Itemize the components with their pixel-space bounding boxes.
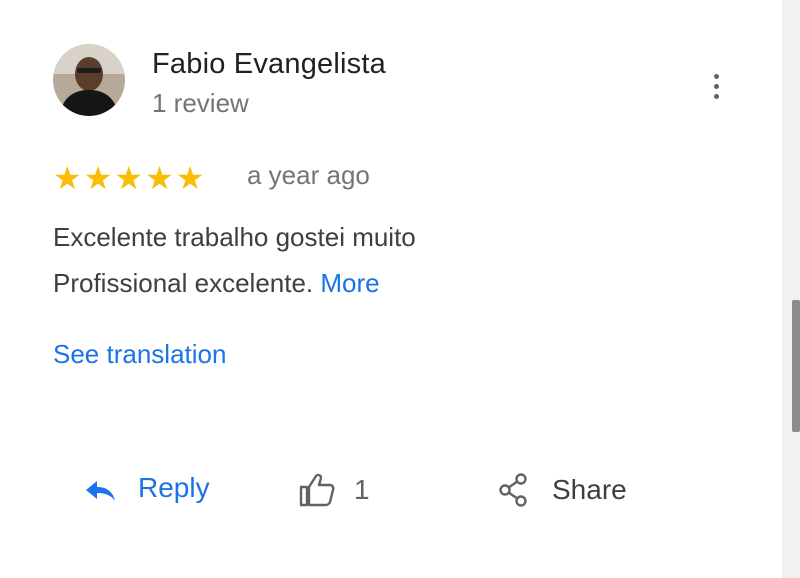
star-icon: ★ bbox=[145, 160, 174, 196]
more-vert-icon-dot bbox=[713, 83, 719, 89]
user-photo-icon bbox=[53, 44, 125, 116]
more-link[interactable]: More bbox=[320, 268, 379, 298]
review-text: Excelente trabalho gostei muito Profissi… bbox=[53, 214, 533, 306]
share-label: Share bbox=[552, 474, 627, 505]
review-text-line: Excelente trabalho gostei muito bbox=[53, 222, 416, 252]
scrollbar[interactable] bbox=[782, 0, 800, 578]
like-button[interactable]: 1 bbox=[298, 472, 370, 508]
share-icon bbox=[499, 473, 527, 507]
star-icon: ★ bbox=[175, 160, 205, 196]
scrollbar-thumb[interactable] bbox=[792, 300, 800, 432]
author-name[interactable]: Fabio Evangelista bbox=[152, 48, 386, 81]
reply-button[interactable]: Reply bbox=[84, 472, 210, 504]
author-review-count: 1 review bbox=[152, 88, 249, 118]
more-options-button[interactable] bbox=[700, 66, 732, 106]
reply-arrow-icon bbox=[86, 481, 115, 501]
star-icon: ★ bbox=[53, 160, 82, 196]
star-icon: ★ bbox=[114, 160, 144, 196]
review-card: Fabio Evangelista 1 review ★ ★ ★ ★ ★ a year … bbox=[0, 0, 782, 578]
more-vert-icon-dot bbox=[713, 73, 719, 79]
avatar[interactable] bbox=[53, 44, 125, 116]
star-icon: ★ bbox=[83, 160, 113, 196]
see-translation-link[interactable]: See translation bbox=[53, 339, 226, 370]
like-count: 1 bbox=[354, 474, 370, 505]
share-button[interactable]: Share bbox=[496, 472, 627, 508]
star-rating: ★ ★ ★ ★ ★ bbox=[53, 160, 204, 196]
review-time: a year ago bbox=[247, 160, 370, 190]
review-text-line: Profissional excelente. bbox=[53, 268, 314, 298]
thumbs-up-icon bbox=[299, 473, 335, 507]
reply-label: Reply bbox=[138, 472, 210, 503]
more-vert-icon-dot bbox=[713, 93, 719, 99]
